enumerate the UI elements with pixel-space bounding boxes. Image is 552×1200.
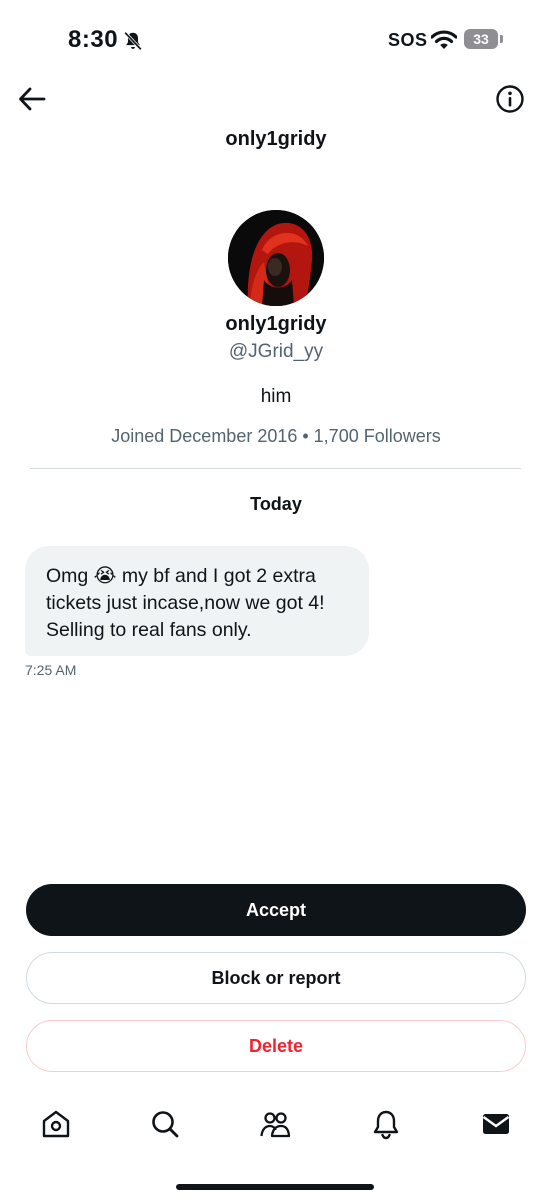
home-indicator (176, 1184, 374, 1190)
profile-display-name: only1gridy (225, 313, 327, 335)
message-timestamp: 7:25 AM (25, 662, 77, 678)
accept-button[interactable]: Accept (26, 884, 526, 936)
battery-level: 33 (473, 31, 489, 47)
wifi-icon (431, 30, 457, 49)
back-arrow-icon[interactable] (18, 86, 46, 112)
messages-icon[interactable] (480, 1108, 512, 1140)
home-icon[interactable] (40, 1108, 72, 1140)
conversation-title: only1gridy (225, 128, 327, 150)
delete-button[interactable]: Delete (26, 1020, 526, 1072)
avatar-image (228, 210, 324, 306)
communities-icon[interactable] (259, 1108, 291, 1140)
battery-cap (500, 35, 503, 43)
message-bubble[interactable]: Omg 😭 my bf and I got 2 extra tickets ju… (25, 546, 369, 656)
sos-indicator: SOS (388, 30, 428, 50)
notifications-icon[interactable] (370, 1108, 402, 1140)
block-or-report-button[interactable]: Block or report (26, 952, 526, 1004)
message-text: Omg 😭 my bf and I got 2 extra tickets ju… (46, 565, 325, 641)
battery-indicator: 33 (464, 29, 498, 49)
date-separator: Today (250, 494, 302, 514)
status-time: 8:30 (68, 26, 119, 53)
silent-bell-icon (124, 31, 142, 51)
profile-handle: @JGrid_yy (228, 341, 324, 362)
profile-meta: Joined December 2016 • 1,700 Followers (111, 426, 441, 446)
divider (30, 468, 521, 469)
avatar[interactable] (228, 210, 324, 306)
info-icon[interactable] (495, 84, 525, 114)
search-icon[interactable] (149, 1108, 181, 1140)
profile-bio: him (260, 386, 292, 407)
